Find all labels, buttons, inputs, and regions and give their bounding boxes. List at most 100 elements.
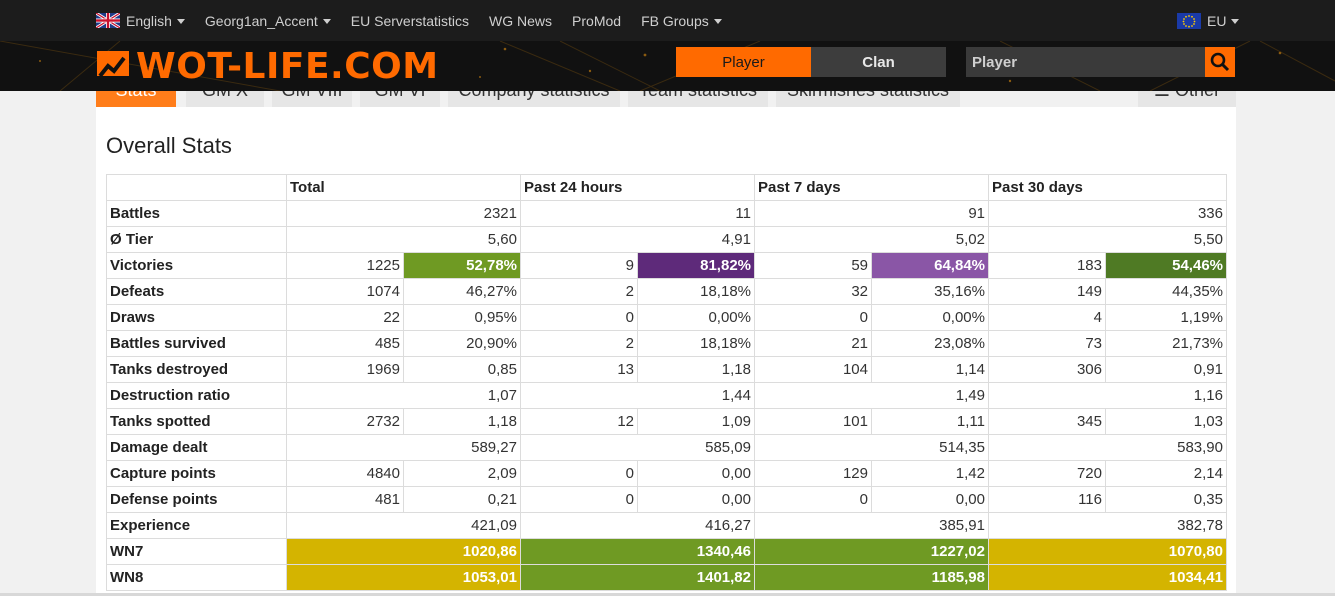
cell-count: 12	[520, 408, 638, 435]
header-past-30-days: Past 30 days	[988, 174, 1227, 201]
tab-company-statistics[interactable]: Company statistics	[448, 91, 620, 107]
cell-ratio: 1,42	[871, 460, 989, 487]
cell-ratio: 0,00	[637, 486, 755, 513]
site-header: WOT-LIFE.COM Player Clan	[0, 41, 1335, 91]
cell-count: 306	[988, 356, 1106, 383]
top-nav-left: English Georg1an_Accent EU Serverstatist…	[96, 0, 742, 41]
language-selector[interactable]: English	[96, 13, 185, 29]
cell-value: 5,50	[988, 226, 1227, 253]
cell-ratio: 23,08%	[871, 330, 989, 357]
chevron-down-icon	[322, 19, 331, 24]
cell-value: 585,09	[520, 434, 755, 461]
cell-value: 589,27	[286, 434, 521, 461]
cell-value: 1,44	[520, 382, 755, 409]
table-body: Battles 2321 11 91 336 Ø Tier 5,60 4,91 5,02 5,50…	[106, 200, 1227, 591]
cell-count: 101	[754, 408, 872, 435]
row-label: Defeats	[106, 278, 287, 305]
cell-value: 1070,80	[988, 538, 1227, 565]
tab-team-statistics[interactable]: Team statistics	[628, 91, 768, 107]
cell-count: 149	[988, 278, 1106, 305]
cell-value: 1185,98	[754, 564, 989, 591]
cell-count: 9	[520, 252, 638, 279]
cell-value: 1020,86	[286, 538, 521, 565]
cell-count: 104	[754, 356, 872, 383]
row-label: Tanks destroyed	[106, 356, 287, 383]
tab-gm-viii[interactable]: GM VIII	[272, 91, 352, 107]
table-row: Defense points 481 0,21 0 0,00 0 0,00 116 0,35	[106, 486, 1227, 513]
cell-count: 183	[988, 252, 1106, 279]
table-row: Victories 1225 52,78% 9 81,82% 59 64,84% 183 54,…	[106, 252, 1227, 279]
cell-value: 514,35	[754, 434, 989, 461]
tab-skirmishes-statistics[interactable]: Skirmishes statistics	[776, 91, 960, 107]
cell-count: 1225	[286, 252, 404, 279]
cell-count: 13	[520, 356, 638, 383]
chevron-down-icon	[713, 19, 722, 24]
table-row: Tanks destroyed 1969 0,85 13 1,18 104 1,14 306 0…	[106, 356, 1227, 383]
site-logo[interactable]: WOT-LIFE.COM	[96, 47, 439, 87]
cell-value: 5,02	[754, 226, 989, 253]
cell-count: 2732	[286, 408, 404, 435]
cell-ratio: 1,09	[637, 408, 755, 435]
cell-value: 5,60	[286, 226, 521, 253]
tank-logo-icon	[97, 51, 129, 83]
cell-ratio: 0,00%	[871, 304, 989, 331]
cell-count: 2	[520, 278, 638, 305]
cell-value: 91	[754, 200, 989, 227]
row-label: Defense points	[106, 486, 287, 513]
cell-count: 345	[988, 408, 1106, 435]
clan-button[interactable]: Clan	[811, 47, 946, 77]
cell-ratio: 0,00%	[637, 304, 755, 331]
cell-ratio: 81,82%	[637, 252, 755, 279]
cell-value: 1,16	[988, 382, 1227, 409]
cell-count: 116	[988, 486, 1106, 513]
cell-ratio: 18,18%	[637, 330, 755, 357]
nav-link-wg-news[interactable]: WG News	[489, 13, 552, 29]
tab-stats[interactable]: Stats	[96, 91, 176, 107]
cell-value: 11	[520, 200, 755, 227]
cell-value: 1,07	[286, 382, 521, 409]
player-button[interactable]: Player	[676, 47, 811, 77]
cell-ratio: 0,00	[871, 486, 989, 513]
nav-link-eu-serverstatistics[interactable]: EU Serverstatistics	[351, 13, 469, 29]
row-label: Battles survived	[106, 330, 287, 357]
tab-other-label: Other	[1175, 91, 1220, 100]
uk-flag-icon	[96, 13, 120, 28]
table-row: Destruction ratio 1,07 1,44 1,49 1,16	[106, 382, 1227, 409]
cell-ratio: 18,18%	[637, 278, 755, 305]
cell-value: 385,91	[754, 512, 989, 539]
cell-count: 4840	[286, 460, 404, 487]
cell-ratio: 54,46%	[1105, 252, 1227, 279]
cell-value: 1340,46	[520, 538, 755, 565]
cell-value: 4,91	[520, 226, 755, 253]
search-input[interactable]	[966, 47, 1205, 77]
cell-value: 1053,01	[286, 564, 521, 591]
user-menu[interactable]: Georg1an_Accent	[205, 13, 331, 29]
cell-value: 2321	[286, 200, 521, 227]
chevron-down-icon	[1231, 19, 1240, 24]
cell-count: 720	[988, 460, 1106, 487]
logo-text: WOT-LIFE.COM	[136, 46, 439, 87]
cell-value: 421,09	[286, 512, 521, 539]
nav-link-promod[interactable]: ProMod	[572, 13, 621, 29]
table-row: Experience 421,09 416,27 385,91 382,78	[106, 512, 1227, 539]
cell-count: 0	[520, 304, 638, 331]
tab-gm-vi[interactable]: GM VI	[360, 91, 440, 107]
region-selector[interactable]: EU	[1177, 0, 1240, 41]
search-button[interactable]	[1205, 47, 1235, 77]
table-header-row: Total Past 24 hours Past 7 days Past 30 …	[106, 174, 1227, 201]
cell-value: 382,78	[988, 512, 1227, 539]
card-title: Overall Stats	[106, 133, 232, 158]
cell-ratio: 0,91	[1105, 356, 1227, 383]
tab-other[interactable]: ☰ Other	[1138, 91, 1236, 107]
table-row: Ø Tier 5,60 4,91 5,02 5,50	[106, 226, 1227, 253]
header-past-7-days: Past 7 days	[754, 174, 989, 201]
table-row: Defeats 1074 46,27% 2 18,18% 32 35,16% 149 44,35…	[106, 278, 1227, 305]
search-icon	[1210, 52, 1230, 72]
tab-gm-x[interactable]: GM X	[186, 91, 264, 107]
cell-count: 59	[754, 252, 872, 279]
row-label: WN7	[106, 538, 287, 565]
cell-ratio: 0,85	[403, 356, 521, 383]
cell-ratio: 2,09	[403, 460, 521, 487]
fb-groups-menu[interactable]: FB Groups	[641, 13, 722, 29]
cell-count: 0	[520, 460, 638, 487]
